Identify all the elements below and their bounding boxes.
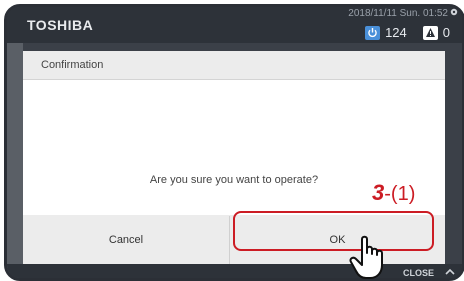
alarm-count: 0 (442, 25, 450, 40)
dimmed-background (7, 43, 23, 273)
ok-highlight-outline (233, 211, 434, 251)
step-annotation: 3-(1) (372, 180, 415, 206)
power-count: 124 (385, 25, 407, 40)
brand-logo: TOSHIBA (27, 17, 94, 33)
status-counters: 124 0 (365, 25, 450, 40)
gear-icon[interactable] (449, 7, 459, 17)
dialog-title: Confirmation (23, 51, 445, 80)
pointing-hand-icon (349, 235, 383, 279)
cancel-button[interactable]: Cancel (23, 216, 230, 264)
alarm-icon (422, 25, 438, 40)
chevron-up-icon[interactable] (444, 267, 456, 277)
date-time: 2018/11/11 Sun. 01:52 (348, 8, 448, 19)
step-suffix: -(1) (384, 183, 416, 205)
step-number: 3 (372, 180, 385, 205)
top-bar: TOSHIBA 2018/11/11 Sun. 01:52 124 0 (7, 7, 462, 43)
power-icon (365, 25, 381, 40)
close-button[interactable]: CLOSE (403, 268, 434, 278)
